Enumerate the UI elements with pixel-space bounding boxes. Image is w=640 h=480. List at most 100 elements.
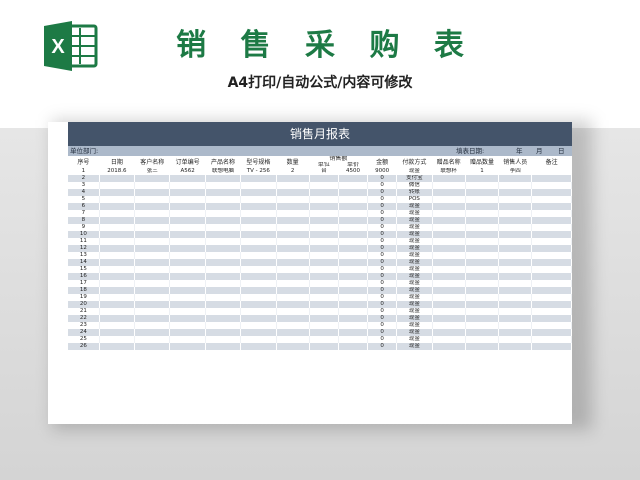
table-cell[interactable] bbox=[338, 175, 369, 182]
table-cell[interactable] bbox=[240, 336, 277, 343]
table-cell[interactable]: 0 bbox=[367, 224, 398, 231]
table-cell[interactable] bbox=[240, 308, 277, 315]
table-cell[interactable] bbox=[338, 273, 369, 280]
table-cell[interactable] bbox=[338, 280, 369, 287]
table-cell[interactable]: 转账 bbox=[396, 189, 433, 196]
table-cell[interactable] bbox=[99, 238, 136, 245]
table-cell[interactable] bbox=[240, 210, 277, 217]
table-cell[interactable] bbox=[240, 175, 277, 182]
table-cell[interactable] bbox=[498, 189, 533, 196]
table-cell[interactable] bbox=[276, 231, 310, 238]
table-cell[interactable] bbox=[134, 273, 171, 280]
table-cell[interactable] bbox=[432, 259, 466, 266]
table-cell[interactable] bbox=[169, 259, 206, 266]
table-cell[interactable] bbox=[99, 322, 136, 329]
table-cell[interactable] bbox=[276, 259, 310, 266]
table-cell[interactable] bbox=[531, 343, 572, 350]
table-cell[interactable]: 现金 bbox=[396, 252, 433, 259]
table-cell[interactable] bbox=[205, 343, 242, 350]
table-cell[interactable]: 4 bbox=[68, 189, 100, 196]
table-cell[interactable] bbox=[338, 308, 369, 315]
table-cell[interactable] bbox=[205, 238, 242, 245]
table-cell[interactable] bbox=[99, 315, 136, 322]
table-cell[interactable] bbox=[276, 308, 310, 315]
table-cell[interactable] bbox=[99, 280, 136, 287]
table-cell[interactable] bbox=[531, 301, 572, 308]
table-cell[interactable] bbox=[432, 315, 466, 322]
table-cell[interactable]: 24 bbox=[68, 329, 100, 336]
table-cell[interactable]: TV - 256 bbox=[240, 168, 277, 175]
table-cell[interactable] bbox=[99, 245, 136, 252]
table-cell[interactable] bbox=[465, 231, 500, 238]
table-cell[interactable]: 现金 bbox=[396, 280, 433, 287]
table-cell[interactable] bbox=[169, 210, 206, 217]
table-cell[interactable] bbox=[169, 266, 206, 273]
table-cell[interactable] bbox=[531, 245, 572, 252]
table-cell[interactable] bbox=[276, 280, 310, 287]
table-cell[interactable]: 2018.6 bbox=[99, 168, 136, 175]
table-cell[interactable]: 0 bbox=[367, 245, 398, 252]
table-cell[interactable] bbox=[134, 252, 171, 259]
table-cell[interactable] bbox=[531, 238, 572, 245]
table-cell[interactable] bbox=[309, 343, 339, 350]
table-cell[interactable] bbox=[465, 217, 500, 224]
table-cell[interactable] bbox=[205, 287, 242, 294]
table-cell[interactable] bbox=[338, 266, 369, 273]
table-cell[interactable] bbox=[531, 287, 572, 294]
table-cell[interactable] bbox=[432, 301, 466, 308]
table-cell[interactable]: 联想电脑 bbox=[205, 168, 242, 175]
table-cell[interactable] bbox=[309, 210, 339, 217]
table-cell[interactable] bbox=[134, 301, 171, 308]
table-cell[interactable]: 0 bbox=[367, 182, 398, 189]
table-cell[interactable] bbox=[498, 273, 533, 280]
table-cell[interactable] bbox=[465, 259, 500, 266]
table-cell[interactable]: 现金 bbox=[396, 308, 433, 315]
table-cell[interactable] bbox=[99, 203, 136, 210]
table-cell[interactable] bbox=[498, 308, 533, 315]
table-cell[interactable] bbox=[338, 259, 369, 266]
table-cell[interactable]: 7 bbox=[68, 210, 100, 217]
table-cell[interactable] bbox=[531, 224, 572, 231]
table-cell[interactable] bbox=[276, 245, 310, 252]
table-cell[interactable]: 0 bbox=[367, 189, 398, 196]
table-cell[interactable] bbox=[498, 322, 533, 329]
table-cell[interactable] bbox=[309, 336, 339, 343]
table-cell[interactable] bbox=[432, 294, 466, 301]
table-cell[interactable]: 0 bbox=[367, 210, 398, 217]
table-cell[interactable] bbox=[531, 231, 572, 238]
table-cell[interactable] bbox=[169, 189, 206, 196]
table-cell[interactable] bbox=[531, 196, 572, 203]
table-cell[interactable] bbox=[309, 266, 339, 273]
table-cell[interactable]: 0 bbox=[367, 322, 398, 329]
table-cell[interactable] bbox=[465, 301, 500, 308]
table-cell[interactable] bbox=[531, 336, 572, 343]
table-cell[interactable]: 10 bbox=[68, 231, 100, 238]
table-cell[interactable]: 0 bbox=[367, 238, 398, 245]
table-cell[interactable] bbox=[498, 175, 533, 182]
table-cell[interactable] bbox=[240, 301, 277, 308]
table-cell[interactable] bbox=[309, 329, 339, 336]
table-cell[interactable] bbox=[432, 217, 466, 224]
table-cell[interactable] bbox=[169, 273, 206, 280]
table-cell[interactable]: 现金 bbox=[396, 231, 433, 238]
table-cell[interactable] bbox=[205, 273, 242, 280]
table-cell[interactable] bbox=[169, 245, 206, 252]
table-cell[interactable] bbox=[169, 308, 206, 315]
table-cell[interactable] bbox=[99, 189, 136, 196]
table-cell[interactable] bbox=[309, 322, 339, 329]
table-cell[interactable]: 23 bbox=[68, 322, 100, 329]
table-cell[interactable] bbox=[309, 308, 339, 315]
table-cell[interactable] bbox=[432, 343, 466, 350]
table-cell[interactable] bbox=[205, 217, 242, 224]
table-cell[interactable] bbox=[240, 252, 277, 259]
table-cell[interactable] bbox=[99, 210, 136, 217]
table-cell[interactable] bbox=[309, 273, 339, 280]
table-cell[interactable] bbox=[531, 259, 572, 266]
table-cell[interactable] bbox=[134, 182, 171, 189]
table-cell[interactable]: 现金 bbox=[396, 315, 433, 322]
table-cell[interactable]: 现金 bbox=[396, 287, 433, 294]
table-cell[interactable] bbox=[465, 224, 500, 231]
table-cell[interactable] bbox=[338, 238, 369, 245]
table-cell[interactable]: 现金 bbox=[396, 343, 433, 350]
table-cell[interactable]: 0 bbox=[367, 217, 398, 224]
